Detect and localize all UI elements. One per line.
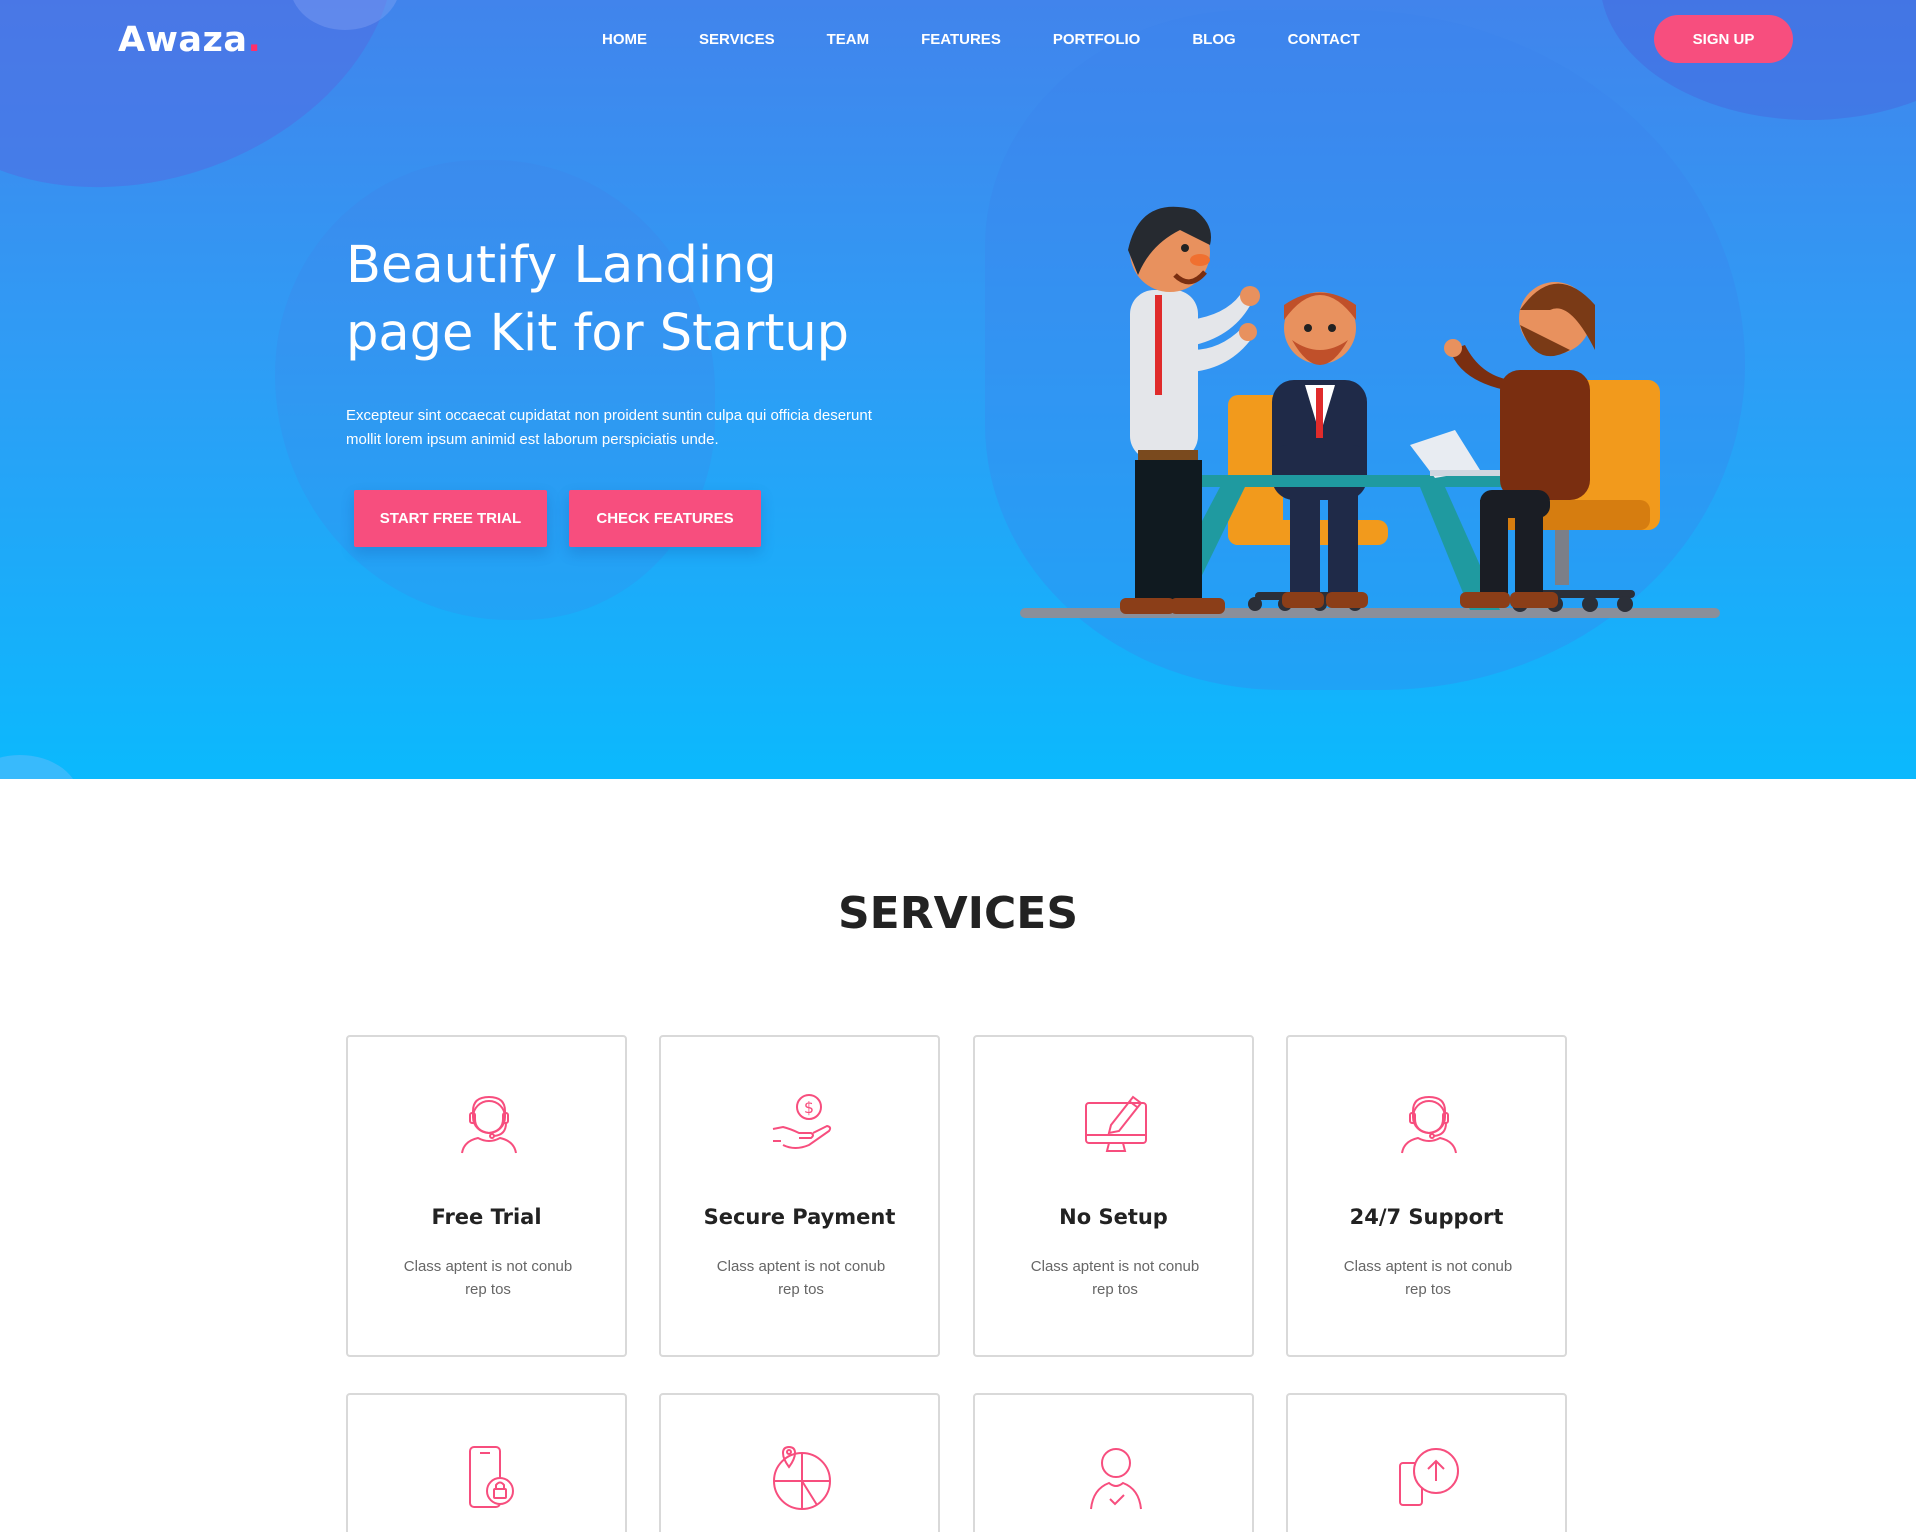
headset-agent-icon xyxy=(1401,1095,1457,1154)
service-card-secure-payment[interactable]: $ Secure Payment Class aptent is not con… xyxy=(659,1035,940,1357)
card-text-line: rep tos xyxy=(778,1281,824,1298)
service-card[interactable] xyxy=(346,1393,627,1532)
card-text-line: Class aptent is not conub xyxy=(1343,1258,1513,1275)
card-text-line: rep tos xyxy=(465,1281,511,1298)
nav-item-services[interactable]: SERVICES xyxy=(699,30,775,50)
hero-description-line: mollit lorem ipsum animid est laborum pe… xyxy=(346,431,719,448)
service-card-no-setup[interactable]: No Setup Class aptent is not conub rep t… xyxy=(973,1035,1254,1357)
card-title: 24/7 Support xyxy=(1349,1205,1504,1229)
card-text: Class aptent is not conub rep tos xyxy=(388,1255,588,1301)
card-text-line: Class aptent is not conub xyxy=(403,1258,573,1275)
hand-coin-icon: $ xyxy=(772,1094,832,1149)
logo-dot: . xyxy=(247,20,262,60)
mobile-lock-icon xyxy=(469,1446,514,1508)
logo-text: Awaza xyxy=(118,20,248,60)
nav-item-team[interactable]: TEAM xyxy=(827,30,870,50)
svg-text:$: $ xyxy=(804,1098,814,1117)
hero-title: Beautify Landing page Kit for Startup xyxy=(346,232,906,368)
hero-description-line: Excepteur sint occaecat cupidatat non pr… xyxy=(346,407,872,424)
nav-item-contact[interactable]: CONTACT xyxy=(1288,30,1360,50)
hero-section: Awaza. HOME SERVICES TEAM FEATURES PORTF… xyxy=(0,0,1916,779)
nav-item-features[interactable]: FEATURES xyxy=(921,30,1001,50)
card-text: Class aptent is not conub rep tos xyxy=(701,1255,901,1301)
service-card[interactable] xyxy=(973,1393,1254,1532)
hero-title-line: page Kit for Startup xyxy=(346,304,850,363)
card-title: Secure Payment xyxy=(703,1205,896,1229)
nav-item-portfolio[interactable]: PORTFOLIO xyxy=(1053,30,1141,50)
check-features-button[interactable]: CHECK FEATURES xyxy=(569,490,761,547)
card-title: Free Trial xyxy=(431,1205,542,1229)
nav-item-home[interactable]: HOME xyxy=(602,30,647,50)
card-text-line: Class aptent is not conub xyxy=(716,1258,886,1275)
hero-title-line: Beautify Landing xyxy=(346,236,777,295)
service-card[interactable] xyxy=(659,1393,940,1532)
user-check-icon xyxy=(1090,1448,1142,1510)
card-text-line: rep tos xyxy=(1405,1281,1451,1298)
mobile-upload-icon xyxy=(1399,1448,1459,1506)
monitor-edit-icon xyxy=(1085,1095,1147,1152)
service-card[interactable] xyxy=(1286,1393,1567,1532)
globe-pin-icon xyxy=(773,1445,831,1510)
card-text-line: Class aptent is not conub xyxy=(1030,1258,1200,1275)
main-nav: HOME SERVICES TEAM FEATURES PORTFOLIO BL… xyxy=(577,30,1412,50)
card-text-line: rep tos xyxy=(1092,1281,1138,1298)
meeting-illustration xyxy=(1020,206,1720,618)
sign-up-button[interactable]: SIGN UP xyxy=(1654,15,1793,63)
card-text: Class aptent is not conub rep tos xyxy=(1015,1255,1215,1301)
service-card-free-trial[interactable]: Free Trial Class aptent is not conub rep… xyxy=(346,1035,627,1357)
services-heading: SERVICES xyxy=(837,888,1079,939)
start-free-trial-button[interactable]: START FREE TRIAL xyxy=(354,490,547,547)
headset-agent-icon xyxy=(461,1095,517,1154)
background-blob xyxy=(275,160,715,620)
nav-item-blog[interactable]: BLOG xyxy=(1192,30,1235,50)
hero-description: Excepteur sint occaecat cupidatat non pr… xyxy=(346,404,906,452)
card-title: No Setup xyxy=(1059,1205,1168,1229)
service-card-support[interactable]: 24/7 Support Class aptent is not conub r… xyxy=(1286,1035,1567,1357)
card-text: Class aptent is not conub rep tos xyxy=(1328,1255,1528,1301)
site-logo[interactable]: Awaza. xyxy=(118,20,261,60)
background-blob xyxy=(0,755,80,779)
